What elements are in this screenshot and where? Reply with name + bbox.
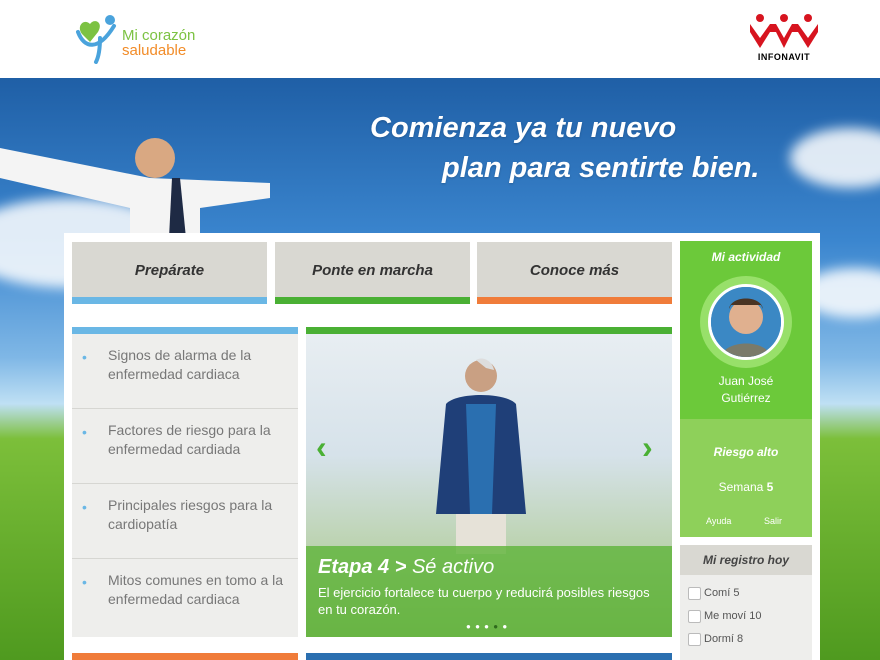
chevron-right-icon[interactable]: › <box>642 429 653 466</box>
week-value: 5 <box>766 480 774 494</box>
registry-item: Dormí 8 <box>680 621 812 646</box>
risk-level: Riesgo alto <box>713 445 779 459</box>
tab-preparate[interactable]: Prepárate <box>72 242 267 304</box>
section-bar-orange <box>72 653 298 660</box>
stage-name: Sé activo <box>411 556 495 578</box>
heart-person-icon <box>76 15 116 64</box>
activity-panel: Mi actividad Juan José Gutiérrez <box>680 241 812 419</box>
bullet-icon: • <box>82 424 87 440</box>
checkbox[interactable] <box>688 633 701 646</box>
tab-label: Conoce más <box>529 262 620 279</box>
carousel-dot[interactable]: ● <box>484 622 490 631</box>
hero-headline: Comienza ya tu nuevo plan para sentirte … <box>370 108 790 188</box>
hero-line1: Comienza ya tu nuevo <box>370 112 677 144</box>
registry-item: Me moví 10 <box>680 598 812 623</box>
tab-color-bar <box>477 297 672 304</box>
user-photo <box>711 287 781 357</box>
week-indicator: Semana 5 <box>680 480 812 494</box>
site-header: Mi corazón saludable INFONAVIT <box>0 0 880 78</box>
bullet-icon: • <box>82 574 87 590</box>
registry-label: Dormí 8 <box>704 633 744 645</box>
carousel-dot[interactable]: ● <box>502 622 508 631</box>
logout-link[interactable]: Salir <box>764 516 782 526</box>
user-name: Juan José Gutiérrez <box>680 373 812 407</box>
topic-label: Signos de alarma de la enfermedad cardia… <box>108 347 252 382</box>
carousel-dots[interactable]: ● ● ● ● ● <box>466 622 508 631</box>
daily-registry: Mi registro hoy Comí 5 Me moví 10 Dormí … <box>680 545 812 660</box>
list-item[interactable]: • Principales riesgos para la cardiopatí… <box>72 484 298 559</box>
cloud-shape <box>790 128 880 188</box>
carousel-caption: Etapa 4 > Sé activo El ejercicio fortale… <box>306 546 672 637</box>
topic-label: Mitos comunes en tomo a la enfermedad ca… <box>108 572 284 607</box>
carousel-dot[interactable]: ● <box>466 622 472 631</box>
hero-line2: plan para sentirte bien. <box>442 152 760 184</box>
tab-label: Ponte en marcha <box>312 262 433 279</box>
bullet-icon: • <box>82 349 87 365</box>
list-item[interactable]: • Mitos comunes en tomo a la enfermedad … <box>72 559 298 637</box>
tab-ponte-en-marcha[interactable]: Ponte en marcha <box>275 242 470 304</box>
tab-conoce-mas[interactable]: Conoce más <box>477 242 672 304</box>
help-link[interactable]: Ayuda <box>706 516 731 526</box>
infonavit-wordmark: INFONAVIT <box>757 52 811 62</box>
stage-title: Etapa 4 > Sé activo <box>318 556 494 579</box>
stage-description: El ejercicio fortalece tu cuerpo y reduc… <box>318 585 650 617</box>
risk-panel: Riesgo alto Semana 5 Ayuda Salir <box>680 419 812 537</box>
week-label: Semana <box>718 480 764 494</box>
topic-list: • Signos de alarma de la enfermedad card… <box>72 327 298 637</box>
topic-label: Principales riesgos para la cardiopatía <box>108 497 273 532</box>
list-item[interactable]: • Factores de riesgo para la enfermedad … <box>72 409 298 484</box>
tab-color-bar <box>72 297 267 304</box>
older-man-photo <box>436 358 526 554</box>
carousel-dot-active[interactable]: ● <box>493 622 499 631</box>
logo-line2: saludable <box>122 42 187 59</box>
infonavit-icon <box>750 14 818 48</box>
stage-carousel: ‹ › Etapa 4 > Sé activo El ejercicio for… <box>306 327 672 637</box>
topic-label: Factores de riesgo para la enfermedad ca… <box>108 422 271 457</box>
section-bar-blue <box>306 653 672 660</box>
user-last-name: Gutiérrez <box>721 391 771 405</box>
user-first-name: Juan José <box>718 374 774 388</box>
chevron-left-icon[interactable]: ‹ <box>316 429 327 466</box>
tab-label: Prepárate <box>134 262 205 279</box>
registry-title: Mi registro hoy <box>680 545 812 575</box>
registry-item: Comí 5 <box>680 575 812 600</box>
avatar[interactable] <box>708 284 784 360</box>
activity-title: Mi actividad <box>711 250 781 264</box>
bullet-icon: • <box>82 499 87 515</box>
tab-color-bar <box>275 297 470 304</box>
mi-corazon-saludable-logo[interactable]: Mi corazón saludable <box>74 12 214 64</box>
carousel-dot[interactable]: ● <box>475 622 481 631</box>
list-item[interactable]: • Signos de alarma de la enfermedad card… <box>72 334 298 409</box>
infonavit-logo[interactable]: INFONAVIT <box>746 12 822 64</box>
stage-number: Etapa 4 > <box>318 556 407 578</box>
